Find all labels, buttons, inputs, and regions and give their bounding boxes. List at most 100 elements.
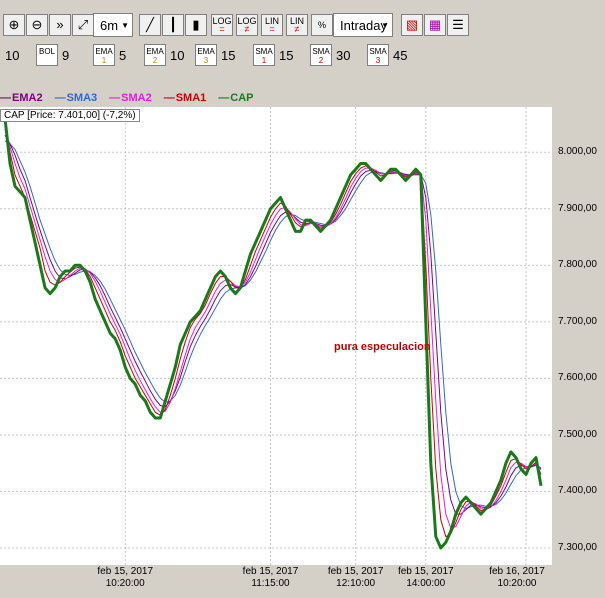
y-tick-label: 7.300,00 [558, 542, 597, 554]
indicator-period[interactable]: 9 [62, 48, 69, 63]
indicator-period[interactable]: 5 [119, 48, 126, 63]
fit-icon-glyph: ⤢ [77, 17, 89, 32]
x-tick-label: feb 15, 2017 10:20:00 [90, 566, 160, 590]
indicator-period[interactable]: 15 [221, 48, 235, 63]
indicator-button-2[interactable]: EMA 1 [93, 44, 115, 66]
lin-button[interactable]: LIN = [261, 14, 283, 36]
fit-icon[interactable]: ⤢ [72, 14, 94, 36]
indicator-name: BOL [38, 47, 55, 56]
session-select[interactable]: Intraday ▼ [333, 13, 393, 37]
indicator-index: 2 [318, 56, 324, 65]
indicator-index: 1 [261, 56, 267, 65]
x-tick-time: 10:20:00 [105, 578, 145, 589]
indicator-period[interactable]: 10 [5, 48, 19, 63]
timeframe-select[interactable]: 6m ▼ [93, 13, 133, 37]
scale-top-label: % [317, 20, 326, 30]
legend-label: SMA3 [66, 92, 98, 104]
x-tick-time: 14:00:00 [406, 578, 446, 589]
timeframe-value: 6m [100, 17, 119, 33]
scale-bottom-label: ≠ [294, 24, 300, 34]
zoom-out-icon[interactable]: ⊖ [26, 14, 48, 36]
line-chart-icon[interactable]: ╱ [139, 14, 161, 36]
price-label: CAP [Price: 7.401,00] (-7,2%) [0, 109, 140, 122]
y-tick-label: 7.600,00 [558, 372, 597, 384]
indicator-button-5[interactable]: SMA 1 [253, 44, 275, 66]
indicator-name: SMA [255, 47, 273, 56]
legend-swatch: — [218, 92, 230, 104]
lin-neq-button[interactable]: LIN ≠ [286, 14, 308, 36]
candle-chart-icon[interactable]: ▮ [185, 14, 207, 36]
x-tick-time: 10:20:00 [497, 578, 537, 589]
x-tick-label: feb 16, 2017 10:20:00 [482, 566, 552, 590]
fast-forward-icon-glyph: » [56, 17, 64, 32]
legend-item-sma3: —SMA3 [55, 92, 104, 104]
zoom-in-icon-glyph: ⊕ [8, 17, 20, 32]
scale-bottom-label: ≠ [244, 24, 250, 34]
indicator-period[interactable]: 30 [336, 48, 350, 63]
indicator-index: 2 [152, 56, 158, 65]
x-tick-date: feb 15, 2017 [97, 566, 154, 577]
x-tick-time: 11:15:00 [251, 578, 290, 589]
chart-settings-icon[interactable]: ▧ [401, 14, 423, 36]
indicator-period[interactable]: 15 [279, 48, 293, 63]
scale-bottom-label: = [269, 24, 275, 34]
line-chart-icon-glyph: ╱ [146, 17, 154, 32]
indicator-period[interactable]: 45 [393, 48, 407, 63]
zoom-in-icon[interactable]: ⊕ [3, 14, 25, 36]
y-tick-label: 7.400,00 [558, 485, 597, 497]
legend-swatch: — [54, 92, 66, 104]
candle-chart-icon-glyph: ▮ [192, 17, 200, 32]
legend-item-sma1: —SMA1 [164, 92, 213, 104]
zoom-out-icon-glyph: ⊖ [31, 17, 43, 32]
series-line-cap [3, 118, 543, 550]
chevron-down-icon: ▼ [381, 20, 389, 30]
y-tick-label: 7.900,00 [558, 202, 597, 214]
indicator-name: SMA [312, 47, 330, 56]
fast-forward-icon[interactable]: » [49, 14, 71, 36]
indicator-index: 3 [203, 56, 209, 65]
x-tick-date: feb 15, 2017 [242, 566, 299, 577]
y-tick-label: 7.700,00 [558, 315, 597, 327]
x-tick-label: feb 15, 2017 12:10:00 [321, 566, 391, 590]
chevron-down-icon: ▼ [121, 20, 129, 30]
indicator-button-3[interactable]: EMA 2 [144, 44, 166, 66]
y-tick-label: 7.800,00 [558, 259, 597, 271]
price-chart[interactable] [0, 107, 552, 565]
log-neq-button[interactable]: LOG ≠ [236, 14, 258, 36]
indicator-period[interactable]: 10 [170, 48, 184, 63]
indicator-index: 1 [101, 56, 107, 65]
indicator-name: EMA [146, 47, 164, 56]
legend-swatch: — [163, 92, 175, 104]
chart-annotation: pura especulacion [334, 341, 431, 353]
indicator-name: SMA [369, 47, 387, 56]
session-value: Intraday [340, 17, 387, 33]
indicator-button-7[interactable]: SMA 3 [367, 44, 389, 66]
legend-label: EMA2 [12, 92, 43, 104]
series-line-ema2 [4, 135, 542, 515]
indicator-button-1[interactable]: BOL [36, 44, 58, 66]
x-tick-date: feb 15, 2017 [397, 566, 454, 577]
legend-swatch: — [0, 92, 11, 104]
x-tick-date: feb 16, 2017 [489, 566, 545, 577]
legend-label: CAP [230, 92, 254, 104]
legend-item-cap: —CAP [218, 92, 259, 104]
color-palette-icon[interactable]: ▦ [424, 14, 446, 36]
legend-item-sma2: —SMA2 [109, 92, 158, 104]
x-tick-date: feb 15, 2017 [327, 566, 384, 577]
percent-button[interactable]: % [311, 14, 333, 36]
legend-item-ema2: —EMA2 [0, 92, 49, 104]
legend-label: SMA1 [175, 92, 207, 104]
data-table-icon[interactable]: ☰ [447, 14, 469, 36]
indicator-name: EMA [197, 47, 215, 56]
series-line-sma2 [4, 129, 542, 529]
series-line-sma3 [4, 140, 542, 509]
x-tick-time: 12:10:00 [336, 578, 376, 589]
scale-bottom-label: = [219, 24, 225, 34]
indicator-button-6[interactable]: SMA 2 [310, 44, 332, 66]
series-line-sma1 [4, 123, 542, 538]
log-button[interactable]: LOG = [211, 14, 233, 36]
y-tick-label: 7.500,00 [558, 428, 597, 440]
indicator-button-4[interactable]: EMA 3 [195, 44, 217, 66]
bar-chart-icon[interactable]: ┃ [162, 14, 184, 36]
indicator-index: 3 [375, 56, 381, 65]
